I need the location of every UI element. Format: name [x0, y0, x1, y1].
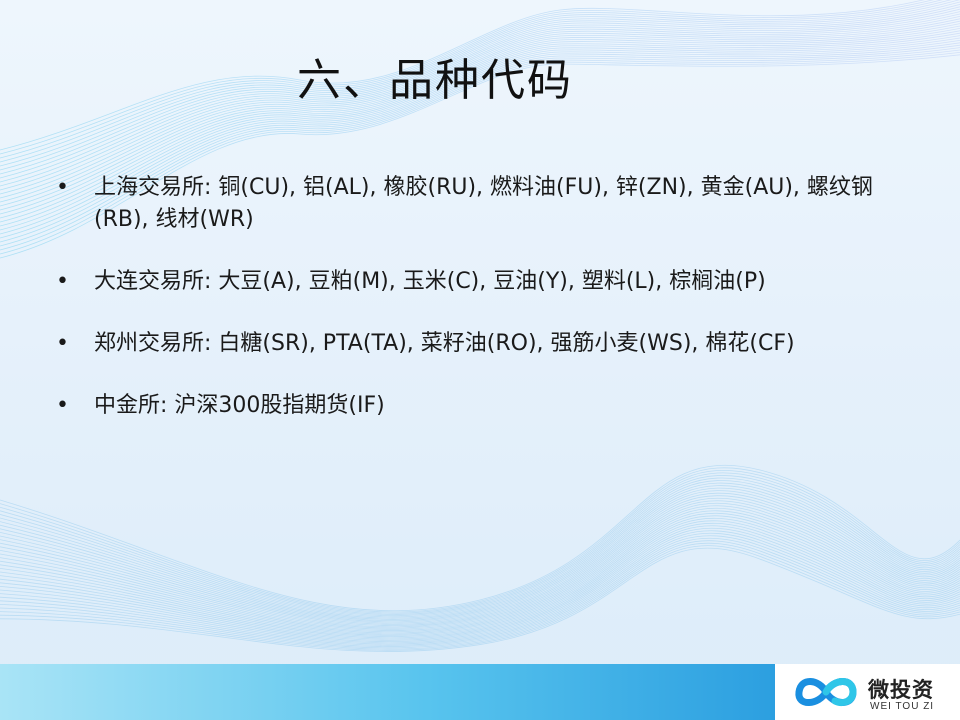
bullet-text: 上海交易所: 铜(CU), 铝(AL), 橡胶(RU), 燃料油(FU), 锌(…: [94, 175, 873, 232]
logo-name-en: WEI TOU ZI: [870, 701, 935, 712]
bullet-item-cffex: • 中金所: 沪深300股指期货(IF): [56, 390, 876, 422]
infinity-loop-icon: [795, 678, 857, 707]
bullet-dot: •: [56, 269, 69, 294]
logo-name-cn: 微投资: [868, 678, 934, 702]
bullet-item-zhengzhou: • 郑州交易所: 白糖(SR), PTA(TA), 菜籽油(RO), 强筋小麦(…: [56, 328, 876, 360]
bullet-item-shanghai: • 上海交易所: 铜(CU), 铝(AL), 橡胶(RU), 燃料油(FU), …: [56, 172, 876, 236]
footer-band: [0, 664, 775, 720]
slide: 六、品种代码 • 上海交易所: 铜(CU), 铝(AL), 橡胶(RU), 燃料…: [0, 0, 960, 720]
slide-title: 六、品种代码: [297, 55, 573, 106]
bullet-dot: •: [56, 393, 69, 418]
bullet-dot: •: [56, 331, 69, 356]
bullet-text: 中金所: 沪深300股指期货(IF): [94, 393, 385, 418]
bullet-text: 大连交易所: 大豆(A), 豆粕(M), 玉米(C), 豆油(Y), 塑料(L)…: [94, 269, 766, 294]
bullet-text: 郑州交易所: 白糖(SR), PTA(TA), 菜籽油(RO), 强筋小麦(WS…: [94, 331, 795, 356]
bullet-item-dalian: • 大连交易所: 大豆(A), 豆粕(M), 玉米(C), 豆油(Y), 塑料(…: [56, 266, 876, 298]
bullet-list: • 上海交易所: 铜(CU), 铝(AL), 橡胶(RU), 燃料油(FU), …: [56, 172, 876, 452]
bullet-dot: •: [56, 175, 69, 200]
logo: 微投资 WEI TOU ZI: [775, 664, 960, 720]
